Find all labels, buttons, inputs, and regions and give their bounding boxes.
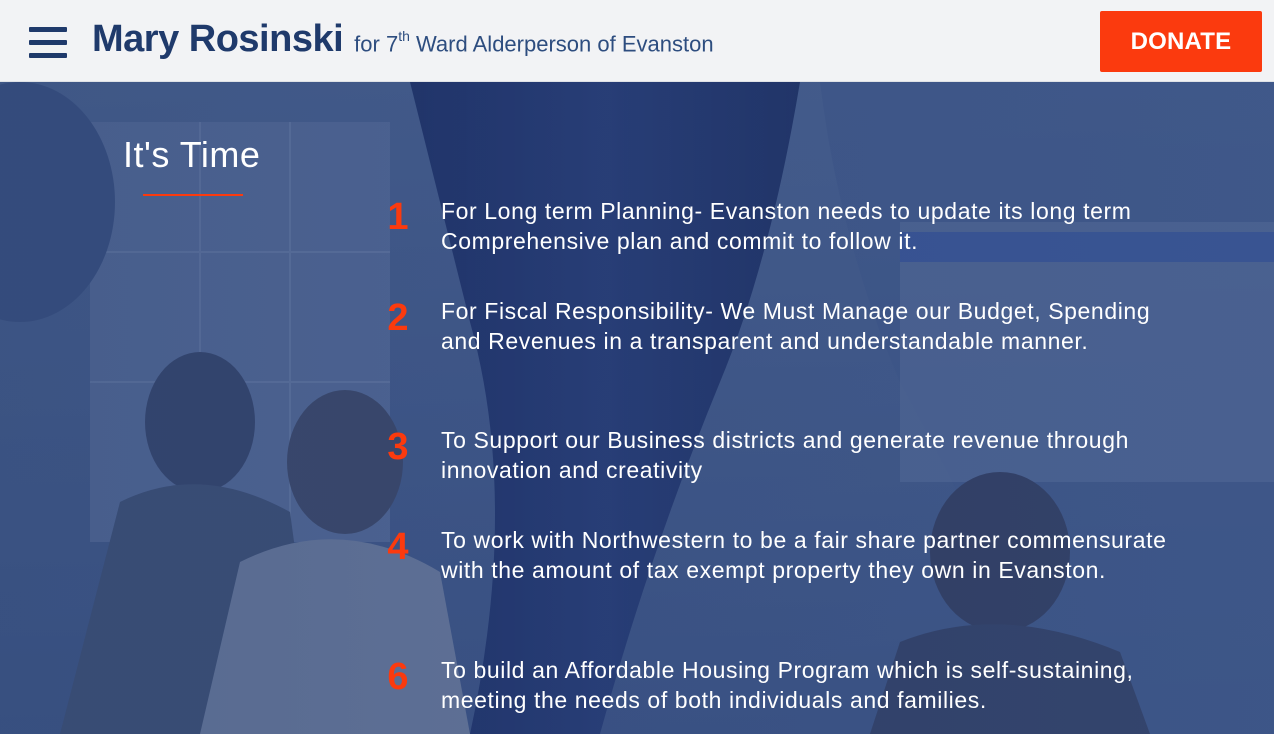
item-number: 2 xyxy=(387,297,409,339)
candidate-tagline: for 7th Ward Alderperson of Evanston xyxy=(354,27,714,57)
title-underline xyxy=(143,194,243,196)
hamburger-menu-icon[interactable] xyxy=(29,27,67,59)
item-text: To build an Affordable Housing Program w… xyxy=(441,657,1134,713)
tagline-ordinal: th xyxy=(398,27,410,44)
item-text: For Fiscal Responsibility- We Must Manag… xyxy=(441,298,1151,354)
item-text: To Support our Business districts and ge… xyxy=(441,427,1129,483)
tagline-suffix: Ward Alderperson of Evanston xyxy=(409,31,714,56)
site-header: Mary Rosinski for 7th Ward Alderperson o… xyxy=(0,0,1274,82)
blue-overlay xyxy=(0,82,1274,734)
item-number: 4 xyxy=(387,526,409,568)
item-text: To work with Northwestern to be a fair s… xyxy=(441,527,1167,583)
site-brand[interactable]: Mary Rosinski for 7th Ward Alderperson o… xyxy=(92,18,714,61)
section-title: It's Time xyxy=(123,134,261,175)
page: Mary Rosinski for 7th Ward Alderperson o… xyxy=(0,0,1274,734)
menu-bar xyxy=(29,40,67,45)
item-number: 1 xyxy=(387,196,409,238)
donate-button[interactable]: DONATE xyxy=(1100,11,1262,72)
item-number: 3 xyxy=(387,426,409,468)
candidate-name: Mary Rosinski xyxy=(92,18,344,60)
item-text: For Long term Planning- Evanston needs t… xyxy=(441,198,1132,254)
menu-bar xyxy=(29,53,67,58)
item-number: 6 xyxy=(387,656,409,698)
menu-bar xyxy=(29,27,67,32)
tagline-prefix: for 7 xyxy=(354,31,399,56)
hero-section: It's Time 1 For Long term Planning- Evan… xyxy=(0,82,1274,734)
